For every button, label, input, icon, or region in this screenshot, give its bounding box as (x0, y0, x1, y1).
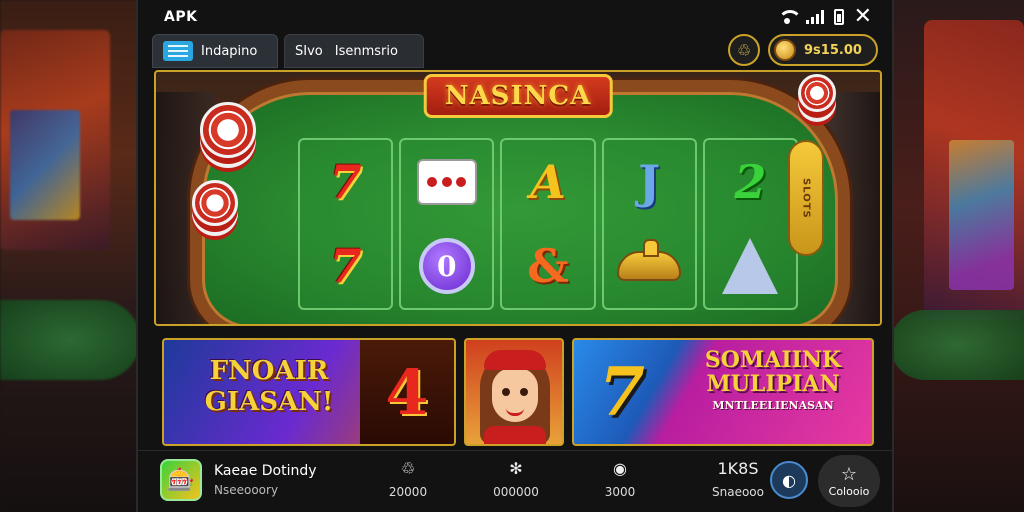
favorite-label: Colooio (828, 484, 870, 498)
battery-icon (833, 9, 844, 25)
chip-stack-icon (200, 102, 256, 158)
promo-title-text: SOMAIINK MULIPIAN (704, 347, 842, 398)
stat-rating: ◉ 3000 (580, 459, 660, 499)
poker-table-left (0, 300, 140, 380)
stat-value: 20000 (388, 485, 428, 499)
balance-badge[interactable]: 9s15.00 (768, 34, 878, 66)
stat-value: Snaeooo (712, 485, 764, 499)
reel-2: 0 (399, 138, 495, 310)
split-icon: ✻ (509, 459, 523, 478)
status-bar: APK ✕ (138, 0, 892, 34)
reel-5: 2 (702, 138, 798, 310)
wifi-icon (777, 10, 802, 24)
dice-icon (412, 147, 482, 217)
tab-indapino[interactable]: Indapino (152, 34, 278, 68)
promo-number: 4 (360, 340, 454, 444)
reel-symbol: J (638, 155, 661, 209)
side-tab[interactable]: SLOTS (788, 140, 824, 256)
avatar (480, 350, 550, 444)
status-title: APK (164, 9, 198, 25)
stat-shares: ✻ 000000 (476, 459, 556, 499)
phone-screen: APK ✕ Indapino SIvo Isenmsrio ♲ 9s15.00 (136, 0, 894, 512)
star-icon: ☆ (840, 463, 858, 485)
tab-label: Indapino (201, 43, 258, 59)
stat-downloads: ♲ 20000 (368, 459, 448, 499)
promo-card-2[interactable] (464, 338, 564, 446)
menu-icon (163, 41, 193, 61)
reel-3: A & (500, 138, 596, 310)
poker-table-right (890, 310, 1024, 380)
favorite-button[interactable]: ☆ Colooio (818, 455, 880, 507)
recycle-icon: ♲ (400, 459, 416, 478)
app-icon[interactable]: 🎰 (160, 459, 202, 501)
stat-value: 3000 (604, 485, 636, 499)
promo-title: SOMAIINK MULIPIAN MNTLEELIENASAN (678, 348, 868, 412)
reel-symbol: 7 (329, 155, 362, 209)
tab-label: Isenmsrio (334, 43, 398, 59)
lamp-icon (614, 231, 684, 301)
tab-row: Indapino SIvo Isenmsrio ♲ 9s15.00 (152, 34, 878, 68)
half-circle-icon: ◐ (782, 470, 796, 490)
reel-1: 7 7 (298, 138, 394, 310)
slot-game-area[interactable]: 7 7 0 A & J 2 SLOTS NASINCA (154, 70, 882, 326)
reel-symbol: A (530, 155, 566, 209)
promo-number: 7 (599, 353, 645, 431)
coin-icon (774, 39, 796, 61)
chip-icon (798, 74, 836, 112)
backdrop-right (890, 0, 1024, 512)
chip-stack-icon (192, 180, 238, 226)
arcade-machine-right (924, 20, 1024, 320)
app-info-bar: 🎰 Kaeae Dotindy Nseeooory ♲ 20000 ✻ 0000… (138, 450, 892, 512)
status-icons: ✕ (777, 6, 872, 28)
promo-card-1[interactable]: FNOAIR GIASAN! 4 (162, 338, 456, 446)
app-name: Kaeae Dotindy (214, 463, 317, 479)
reel-grid: 7 7 0 A & J 2 (298, 138, 798, 310)
promo-row: FNOAIR GIASAN! 4 7 SOMAIINK MULIPIAN MNT… (162, 338, 874, 446)
tab-isenmsrio[interactable]: SIvo Isenmsrio (284, 34, 424, 68)
close-icon[interactable]: ✕ (854, 6, 872, 28)
promo-card-3[interactable]: 7 SOMAIINK MULIPIAN MNTLEELIENASAN (572, 338, 874, 446)
backdrop-left (0, 0, 140, 512)
stat-size: 1K8S Snaeooo (698, 459, 778, 499)
stat-value: 000000 (493, 485, 539, 499)
size-label: 1K8S (717, 459, 759, 478)
reel-symbol: 7 (329, 239, 362, 293)
card-icon (715, 231, 785, 301)
recycle-icon: ♲ (736, 40, 752, 60)
pin-icon: ◉ (613, 459, 627, 478)
reel-symbol-coin: 0 (412, 231, 482, 301)
tab-label-prefix: SIvo (295, 43, 323, 59)
balance-amount: 9s15.00 (804, 42, 862, 58)
promo-title: FNOAIR GIASAN! (204, 356, 334, 418)
recycle-button[interactable]: ♲ (728, 34, 760, 66)
arcade-machine-left (0, 30, 110, 250)
game-title: NASINCA (423, 74, 613, 118)
reel-4: J (601, 138, 697, 310)
toggle-button[interactable]: ◐ (770, 461, 808, 499)
promo-subtitle: MNTLEELIENASAN (712, 399, 834, 413)
reel-symbol: 2 (734, 155, 767, 209)
signal-icon (805, 10, 824, 24)
app-category: Nseeooory (214, 483, 279, 497)
reel-symbol: & (527, 239, 569, 293)
reel-symbol: 0 (418, 238, 475, 294)
